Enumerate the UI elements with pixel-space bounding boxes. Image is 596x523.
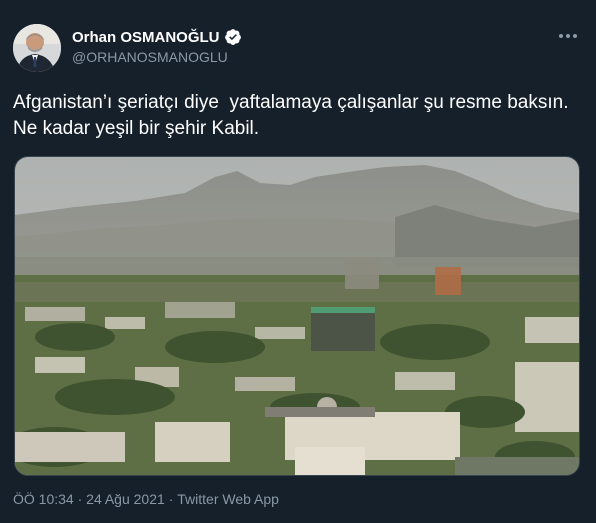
- avatar-image: [13, 24, 61, 72]
- more-options-button[interactable]: [556, 26, 580, 46]
- tweet-meta: ÖÖ 10:34 · 24 Ağu 2021 · Twitter Web App: [13, 491, 279, 507]
- tweet: Orhan OSMANOĞLU @ORHANOSMANOGLU Afganist…: [0, 0, 596, 523]
- tweet-date-link[interactable]: 24 Ağu 2021: [86, 491, 165, 507]
- avatar[interactable]: [13, 24, 61, 72]
- tweet-source: Twitter Web App: [177, 491, 279, 507]
- kabul-cityscape-image: [15, 157, 579, 475]
- author-display-name[interactable]: Orhan OSMANOĞLU: [72, 29, 220, 46]
- tweet-photo[interactable]: [14, 156, 580, 476]
- verified-badge-icon: [224, 28, 242, 46]
- more-options-icon: [559, 34, 577, 38]
- meta-separator: ·: [77, 491, 83, 507]
- tweet-text: Afganistan’ı şeriatçı diye yaftalamaya ç…: [13, 92, 574, 139]
- author-handle[interactable]: @ORHANOSMANOGLU: [72, 49, 228, 65]
- author-name-row[interactable]: Orhan OSMANOĞLU: [72, 27, 242, 47]
- tweet-time-link[interactable]: ÖÖ 10:34: [13, 491, 74, 507]
- meta-separator: ·: [168, 491, 174, 507]
